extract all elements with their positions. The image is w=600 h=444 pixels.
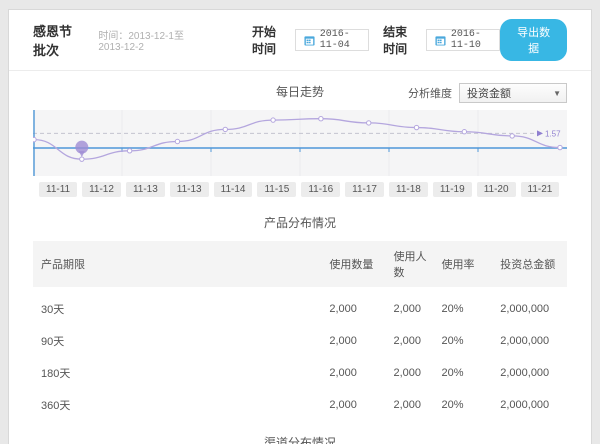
cell: 2,000: [385, 287, 433, 325]
end-date-value: 2016-11-10: [451, 29, 491, 51]
x-axis-labels: 11-11 11-12 11-13 11-13 11-14 11-15 11-1…: [9, 176, 591, 201]
x-axis-label: 11-20: [477, 182, 516, 197]
x-axis-label: 11-11: [39, 182, 77, 197]
cell: 180天: [33, 357, 321, 389]
column-header: 使用率: [434, 241, 493, 287]
column-header: 使用数量: [321, 241, 385, 287]
cell: 2,000,000: [492, 287, 567, 325]
product-section-title: 产品分布情况: [9, 214, 591, 231]
cell: 2,000,000: [492, 389, 567, 421]
x-axis-label: 11-12: [82, 182, 121, 197]
trend-line-svg: 1.57: [33, 110, 567, 176]
dimension-label: 分析维度: [408, 85, 452, 101]
chart-header: 每日走势 分析维度 投资金额 ▼: [9, 83, 591, 105]
x-axis-label: 11-13: [126, 182, 165, 197]
dashboard-card: 感恩节批次 时间：2013-12-1至2013-12-2 开始时间 2016-1…: [8, 9, 592, 444]
dimension-select[interactable]: 投资金额 ▼: [459, 83, 567, 103]
cell: 2,000: [321, 357, 385, 389]
table-row: 30天 2,000 2,000 20% 2,000,000: [33, 287, 567, 325]
cell: 30天: [33, 287, 321, 325]
table-row: 180天 2,000 2,000 20% 2,000,000: [33, 357, 567, 389]
daily-trend-chart: 1.57: [33, 110, 567, 176]
cell: 2,000: [385, 389, 433, 421]
cell: 2,000,000: [492, 325, 567, 357]
cell: 2,000: [321, 325, 385, 357]
x-axis-label: 11-15: [257, 182, 296, 197]
dimension-value: 投资金额: [467, 85, 511, 101]
end-date-label: 结束时间: [383, 23, 418, 57]
x-axis-label: 11-19: [433, 182, 472, 197]
channel-section-title: 渠道分布情况: [9, 434, 591, 444]
header: 感恩节批次 时间：2013-12-1至2013-12-2 开始时间 2016-1…: [9, 10, 591, 71]
cell: 2,000: [321, 287, 385, 325]
cell: 90天: [33, 325, 321, 357]
x-axis-label: 11-17: [345, 182, 384, 197]
cell: 20%: [434, 325, 493, 357]
cell: 2,000: [385, 325, 433, 357]
start-date-label: 开始时间: [252, 23, 287, 57]
end-date-input[interactable]: 2016-11-10: [426, 29, 500, 51]
cell: 20%: [434, 389, 493, 421]
table-header-row: 产品期限 使用数量 使用人数 使用率 投资总金额: [33, 241, 567, 287]
column-header: 产品期限: [33, 241, 321, 287]
cell: 2,000: [321, 389, 385, 421]
calendar-icon: [435, 35, 446, 46]
product-table: 产品期限 使用数量 使用人数 使用率 投资总金额 30天 2,000 2,000…: [33, 241, 567, 421]
page-subtitle: 时间：2013-12-1至2013-12-2: [98, 27, 202, 53]
column-header: 投资总金额: [492, 241, 567, 287]
cell: 360天: [33, 389, 321, 421]
cell: 2,000,000: [492, 357, 567, 389]
dimension-control: 分析维度 投资金额 ▼: [408, 83, 567, 103]
table-row: 90天 2,000 2,000 20% 2,000,000: [33, 325, 567, 357]
x-axis-label: 11-14: [214, 182, 253, 197]
x-axis-label: 11-21: [521, 182, 560, 197]
x-axis-label: 11-13: [170, 182, 209, 197]
cell: 2,000: [385, 357, 433, 389]
date-range-controls: 开始时间 2016-11-04 结束时间 2016-11-10: [238, 23, 500, 57]
start-date-input[interactable]: 2016-11-04: [295, 29, 369, 51]
cell: 20%: [434, 287, 493, 325]
calendar-icon: [304, 35, 315, 46]
svg-text:1.57: 1.57: [545, 129, 561, 138]
x-axis-label: 11-18: [389, 182, 428, 197]
export-data-button[interactable]: 导出数据: [500, 19, 567, 61]
column-header: 使用人数: [385, 241, 433, 287]
chevron-down-icon: ▼: [553, 89, 561, 98]
cell: 20%: [434, 357, 493, 389]
page-title: 感恩节批次: [33, 21, 84, 59]
x-axis-label: 11-16: [301, 182, 340, 197]
table-row: 360天 2,000 2,000 20% 2,000,000: [33, 389, 567, 421]
start-date-value: 2016-11-04: [320, 29, 360, 51]
